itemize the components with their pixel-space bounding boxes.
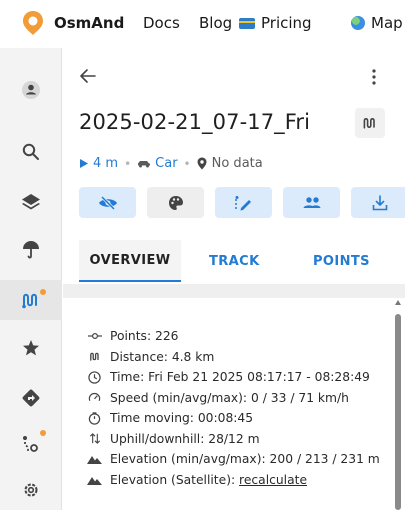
navigation-icon xyxy=(22,389,40,407)
up-down-arrows-icon xyxy=(87,432,102,446)
sidebar-item-search[interactable] xyxy=(0,132,62,172)
track-overview-info: Points: 226 Distance: 4.8 km Time: Fri F… xyxy=(87,326,387,490)
info-row-time-moving: Time moving: 00:08:45 xyxy=(87,408,387,429)
info-row-time: Time: Fri Feb 21 2025 08:17:17 - 08:28:4… xyxy=(87,367,387,388)
hide-icon xyxy=(98,195,117,210)
tracks-icon xyxy=(22,293,37,309)
layers-icon xyxy=(22,194,40,210)
globe-icon xyxy=(351,16,365,30)
tab-track[interactable]: TRACK xyxy=(209,240,260,282)
points-icon xyxy=(87,329,102,343)
sidebar-item-plan-route[interactable] xyxy=(0,424,62,464)
color-palette-icon xyxy=(168,195,183,210)
edit-track-button[interactable] xyxy=(215,187,272,218)
sidebar-item-weather[interactable] xyxy=(0,230,62,270)
edit-track-icon xyxy=(234,195,251,210)
nav-link-map-label: Map xyxy=(371,14,403,32)
info-elevation-satellite-label: Elevation (Satellite): xyxy=(110,472,240,487)
car-icon xyxy=(138,161,151,168)
info-distance: Distance: 4.8 km xyxy=(110,349,215,364)
mountain-icon xyxy=(87,473,102,487)
download-icon xyxy=(372,194,387,210)
sidebar-item-settings[interactable] xyxy=(0,470,62,510)
osmand-logo-icon[interactable] xyxy=(22,10,44,36)
nav-link-pricing[interactable]: Pricing xyxy=(239,14,312,32)
info-row-elevation: Elevation (min/avg/max): 200 / 213 / 231… xyxy=(87,449,387,470)
route-icon xyxy=(363,118,375,129)
info-speed: Speed (min/avg/max): 0 / 33 / 71 km/h xyxy=(110,390,349,405)
sidebar-item-tracks[interactable] xyxy=(0,280,62,320)
favorites-star-icon xyxy=(23,340,39,356)
search-icon xyxy=(22,143,39,160)
brand-name[interactable]: OsmAnd xyxy=(54,14,124,32)
sidebar-item-layers[interactable] xyxy=(0,182,62,222)
credit-card-icon xyxy=(239,17,255,29)
left-sidebar xyxy=(0,48,62,510)
timer-icon xyxy=(87,411,102,425)
clock-icon xyxy=(87,370,102,384)
user-icon xyxy=(22,81,40,99)
top-navigation: OsmAnd Docs Blog Pricing Map xyxy=(0,0,405,48)
location-pin-icon xyxy=(197,157,207,170)
plan-route-badge xyxy=(40,430,46,436)
info-elevation: Elevation (min/avg/max): 200 / 213 / 231… xyxy=(110,452,380,467)
info-uphill: Uphill/downhill: 28/12 m xyxy=(110,431,260,446)
share-track-button[interactable] xyxy=(283,187,340,218)
info-points: Points: 226 xyxy=(110,329,179,344)
panel-scrollbar[interactable] xyxy=(394,300,402,510)
scroll-thumb[interactable] xyxy=(395,314,401,510)
tab-points[interactable]: POINTS xyxy=(313,240,370,282)
info-row-elevation-satellite: Elevation (Satellite): recalculate xyxy=(87,470,387,491)
weather-umbrella-icon xyxy=(23,241,39,259)
more-options-icon[interactable] xyxy=(371,68,377,86)
track-tabs: OVERVIEW TRACK POINTS xyxy=(79,240,389,282)
distance-icon xyxy=(87,350,102,364)
info-row-points: Points: 226 xyxy=(87,326,387,347)
nav-link-map[interactable]: Map xyxy=(351,14,403,32)
meta-profile[interactable]: Car xyxy=(155,156,177,171)
tab-overview[interactable]: OVERVIEW xyxy=(79,240,181,282)
info-row-distance: Distance: 4.8 km xyxy=(87,347,387,368)
section-divider xyxy=(63,284,405,298)
sidebar-item-account[interactable] xyxy=(0,70,62,110)
nav-link-pricing-label: Pricing xyxy=(261,14,312,32)
plan-route-icon xyxy=(23,436,38,452)
settings-gear-icon xyxy=(24,483,38,497)
download-track-button[interactable] xyxy=(351,187,405,218)
info-row-uphill: Uphill/downhill: 28/12 m xyxy=(87,429,387,450)
meta-status: No data xyxy=(211,156,263,171)
scroll-up-arrow-icon[interactable] xyxy=(395,300,401,305)
info-time-moving: Time moving: 00:08:45 xyxy=(110,411,254,426)
info-row-speed: Speed (min/avg/max): 0 / 33 / 71 km/h xyxy=(87,388,387,409)
track-toolbar xyxy=(79,187,405,218)
play-triangle-icon xyxy=(80,159,88,168)
sidebar-item-navigation[interactable] xyxy=(0,378,62,418)
meta-distance: 4 m xyxy=(93,156,119,171)
track-title: 2025-02-21_07-17_Fri xyxy=(79,110,311,134)
meta-separator: • xyxy=(124,156,132,171)
track-route-button[interactable] xyxy=(355,108,385,138)
mountain-icon xyxy=(87,452,102,466)
tracks-badge xyxy=(40,289,46,295)
hide-track-button[interactable] xyxy=(79,187,136,218)
track-meta: 4 m • Car • No data xyxy=(79,156,263,171)
back-arrow-icon[interactable] xyxy=(79,68,97,84)
appearance-button[interactable] xyxy=(147,187,204,218)
meta-separator: • xyxy=(183,156,191,171)
track-details-panel: 2025-02-21_07-17_Fri 4 m • Car • No data xyxy=(63,48,405,510)
nav-link-blog[interactable]: Blog xyxy=(199,14,232,32)
nav-link-docs[interactable]: Docs xyxy=(143,14,180,32)
recalculate-link[interactable]: recalculate xyxy=(239,473,307,487)
speedometer-icon xyxy=(87,391,102,405)
info-time: Time: Fri Feb 21 2025 08:17:17 - 08:28:4… xyxy=(110,370,370,385)
share-users-icon xyxy=(303,196,320,208)
sidebar-item-favorites[interactable] xyxy=(0,328,62,368)
